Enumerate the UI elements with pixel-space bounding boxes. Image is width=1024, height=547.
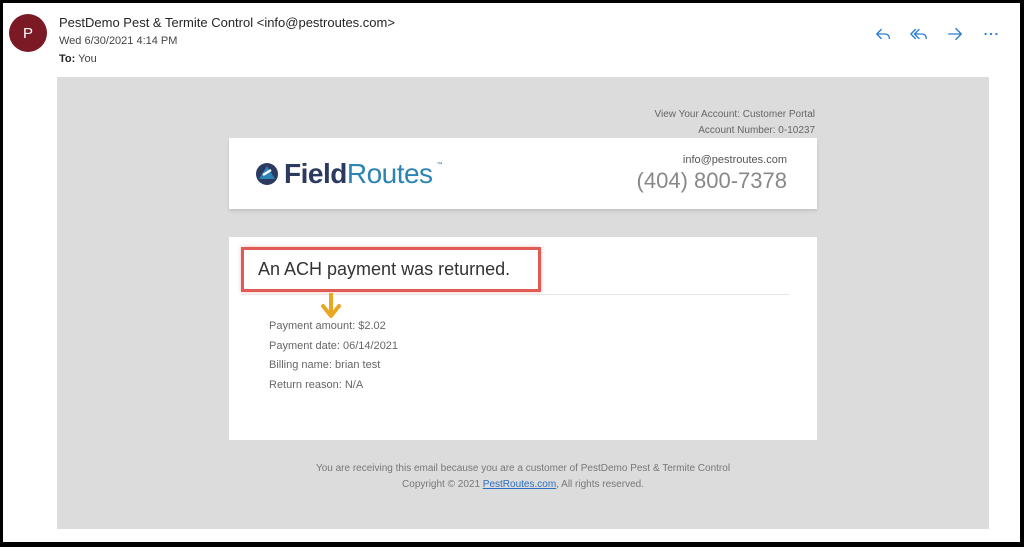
contact-info: info@pestroutes.com (404) 800-7378 — [637, 154, 787, 194]
copyright-suffix: , All rights reserved. — [556, 479, 644, 490]
reply-icon — [876, 28, 890, 40]
email-footer: You are receiving this email because you… — [57, 461, 989, 493]
pestroutes-link[interactable]: PestRoutes.com — [483, 479, 556, 490]
arrow-down-icon — [321, 293, 341, 318]
logo-trademark: ™ — [436, 162, 443, 168]
payment-notice-card: An ACH payment was returned. Payment amo… — [229, 237, 817, 440]
logo-field: Field — [284, 158, 347, 189]
footer-notice: You are receiving this email because you… — [315, 463, 731, 474]
billing-name: Billing name: brian test — [269, 359, 381, 371]
payment-details: Payment amount: $2.02 Payment date: 06/1… — [269, 317, 398, 395]
contact-phone[interactable]: (404) 800-7378 — [637, 168, 787, 194]
contact-email[interactable]: info@pestroutes.com — [637, 154, 787, 166]
headline-highlight: An ACH payment was returned. — [241, 247, 541, 292]
customer-portal-link[interactable]: View Your Account: Customer Portal — [655, 107, 815, 123]
sent-date: Wed 6/30/2021 4:14 PM — [59, 35, 178, 47]
payment-date: Payment date: 06/14/2021 — [269, 339, 399, 352]
notice-headline: An ACH payment was returned. — [258, 259, 511, 279]
fieldroutes-logo: FieldRoutes ™ — [254, 158, 443, 190]
more-icon — [984, 32, 998, 36]
return-reason: Return reason: N/A — [269, 378, 364, 391]
sender-name[interactable]: PestDemo Pest & Termite Control <info@pe… — [59, 15, 395, 30]
more-options-button[interactable] — [978, 21, 1004, 47]
account-info: View Your Account: Customer Portal Accou… — [655, 107, 815, 139]
payment-amount: Payment amount: $2.02 — [269, 320, 386, 332]
to-value[interactable]: You — [78, 53, 97, 65]
footer-copyright: Copyright © 2021 PestRoutes.com, All rig… — [57, 477, 989, 493]
message-actions — [870, 21, 1004, 47]
email-header-card: FieldRoutes ™ info@pestroutes.com (404) … — [229, 138, 817, 209]
forward-button[interactable] — [942, 21, 968, 47]
forward-icon — [948, 27, 962, 41]
email-reading-pane: P PestDemo Pest & Termite Control <info@… — [3, 3, 1020, 542]
account-number: Account Number: 0-10237 — [698, 125, 815, 136]
recipients-line: To: You — [59, 53, 97, 65]
email-body: View Your Account: Customer Portal Accou… — [57, 77, 989, 529]
avatar[interactable]: P — [9, 14, 47, 52]
fieldroutes-logo-icon — [256, 163, 278, 185]
reply-button[interactable] — [870, 21, 896, 47]
copyright-prefix: Copyright © 2021 — [402, 479, 480, 490]
reply-all-button[interactable] — [906, 21, 932, 47]
to-label: To: — [59, 53, 76, 65]
logo-routes: Routes — [346, 158, 433, 189]
reply-all-icon — [910, 28, 927, 40]
